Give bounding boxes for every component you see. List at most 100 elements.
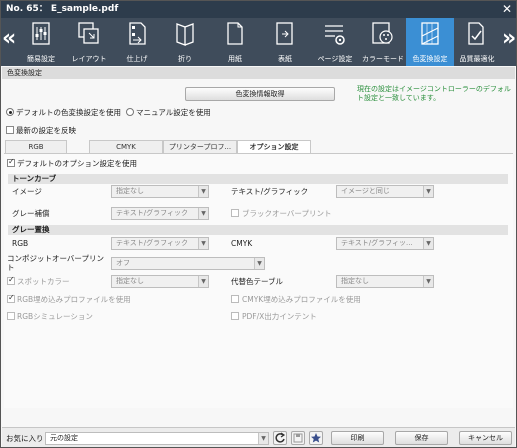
section-header: 色変換設定 [2, 67, 515, 79]
quality-optimization-icon [468, 22, 484, 45]
cancel-button[interactable]: キャンセル [459, 431, 512, 445]
chevron-down-icon: ▼ [423, 276, 433, 287]
tool-page-setting[interactable]: ページ設定 [310, 18, 360, 66]
window-title: No. 65： E_sample.pdf [6, 4, 119, 14]
layout-icon [78, 22, 99, 44]
chevron-down-icon: ▼ [198, 186, 208, 197]
cmyk-embedded-profile-label: CMYK埋め込みプロファイルを使用 [242, 295, 361, 304]
dropdown-value: 指定なし [116, 277, 144, 285]
dropdown-value: テキスト/グラフィッ... [341, 239, 413, 247]
tool-color-conversion[interactable]: 色変換設定 [406, 18, 454, 66]
tool-label: ページ設定 [317, 55, 353, 63]
finishing-icon [129, 22, 146, 45]
cmyk-embedded-profile-checkbox[interactable] [231, 295, 239, 303]
manual-color-radio[interactable] [126, 108, 134, 116]
rgb-simulation-label: RGBシミュレーション [17, 312, 93, 321]
chevron-down-icon: ▼ [423, 186, 433, 197]
tool-label: レイアウト [71, 55, 107, 63]
color-mode-icon [372, 22, 393, 44]
tab-rgb[interactable]: RGB [5, 140, 67, 153]
tool-label: 折り [178, 55, 192, 63]
tool-layout[interactable]: レイアウト [64, 18, 114, 66]
tool-label: 表紙 [278, 55, 292, 63]
paper-icon [227, 22, 243, 45]
favorite-star-icon[interactable] [309, 431, 323, 445]
image-tone-dropdown[interactable]: 指定なし ▼ [111, 185, 209, 198]
toolbar-prev-icon[interactable]: « [2, 26, 16, 51]
black-overprint-label: ブラックオーバープリント [242, 209, 332, 218]
spot-color-checkbox[interactable] [7, 275, 15, 285]
tool-easy-setting[interactable]: 簡易設定 [18, 18, 64, 66]
default-color-label: デフォルトの色変換設定を使用 [16, 108, 121, 117]
chevron-down-icon: ▼ [254, 258, 264, 269]
favorites-dropdown[interactable]: 元の設定 ▼ [45, 432, 269, 445]
bottom-bar: お気に入り 元の設定 ▼ 印刷 保存 キャンセル [2, 427, 515, 447]
gray-rgb-dropdown[interactable]: テキスト/グラフィック ▼ [111, 237, 209, 250]
dropdown-value: 元の設定 [50, 434, 78, 442]
gray-correction-dropdown[interactable]: テキスト/グラフィック ▼ [111, 207, 209, 220]
page-setting-icon [325, 25, 345, 45]
gray-cmyk-dropdown[interactable]: テキスト/グラフィッ... ▼ [336, 237, 434, 250]
cover-icon [276, 22, 293, 45]
spot-color-dropdown[interactable]: 指定なし ▼ [111, 275, 209, 288]
text-graphic-tone-dropdown[interactable]: イメージと同じ ▼ [336, 185, 434, 198]
print-button[interactable]: 印刷 [331, 431, 384, 445]
print-settings-window: No. 65： E_sample.pdf ✕ « » 簡易設定 レイアウト 仕上… [0, 0, 517, 448]
save-favorite-icon[interactable] [291, 431, 305, 445]
dropdown-value: 指定なし [116, 187, 144, 195]
default-color-radio[interactable] [6, 108, 14, 116]
tab-cmyk[interactable]: CMYK [89, 140, 163, 153]
tool-quality-optimization[interactable]: 品質最適化 [454, 18, 500, 66]
favorites-label: お気に入り [6, 434, 44, 443]
rgb-embedded-profile-label: RGB埋め込みプロファイルを使用 [17, 295, 131, 304]
title-bar: No. 65： E_sample.pdf ✕ [1, 1, 516, 18]
tab-options[interactable]: オプション設定 [237, 140, 311, 153]
easy-setting-icon [32, 22, 50, 45]
gray-rgb-label: RGB [12, 239, 29, 248]
status-note: 現在の設定はイメージコントローラーのデフォルト設定と一致しています。 [357, 85, 511, 102]
alt-color-table-dropdown[interactable]: 指定なし ▼ [336, 275, 434, 288]
pdfx-intent-label: PDF/X出力インテント [242, 312, 317, 321]
reflect-latest-checkbox[interactable] [6, 126, 14, 134]
tool-paper[interactable]: 用紙 [210, 18, 260, 66]
tool-cover[interactable]: 表紙 [260, 18, 310, 66]
refresh-icon[interactable] [273, 431, 287, 445]
toolbar-next-icon[interactable]: » [502, 26, 516, 51]
chevron-down-icon: ▼ [423, 238, 433, 249]
folding-icon [176, 23, 194, 46]
tab-printer-profile[interactable]: プリンタープロフ... [163, 140, 237, 153]
alt-color-table-label: 代替色テーブル [231, 277, 284, 286]
chevron-down-icon: ▼ [258, 433, 268, 444]
chevron-down-icon: ▼ [198, 208, 208, 219]
tool-label: カラーモード [362, 55, 404, 63]
color-conversion-icon [421, 22, 439, 45]
use-default-options-label: デフォルトのオプション設定を使用 [17, 159, 137, 168]
options-panel: デフォルトのオプション設定を使用 トーンカーブ イメージ 指定なし ▼ テキスト/… [4, 153, 513, 408]
dropdown-value: テキスト/グラフィック [116, 239, 189, 247]
save-button[interactable]: 保存 [395, 431, 448, 445]
rgb-embedded-profile-checkbox[interactable] [7, 293, 15, 303]
close-icon[interactable]: ✕ [502, 1, 512, 18]
tool-label: 仕上げ [126, 55, 148, 63]
black-overprint-checkbox[interactable] [231, 209, 239, 217]
pdfx-intent-checkbox[interactable] [231, 312, 239, 320]
toolbar: « » 簡易設定 レイアウト 仕上げ 折り 用紙 表紙 ページ設定 カラーモード… [1, 18, 516, 66]
gray-correction-label: グレー補償 [12, 209, 50, 218]
spot-color-label: スポットカラー [17, 277, 70, 286]
fetch-color-info-button[interactable]: 色変換情報取得 [185, 87, 335, 101]
rgb-simulation-checkbox[interactable] [7, 312, 15, 320]
tool-label: 品質最適化 [459, 55, 495, 63]
chevron-down-icon: ▼ [198, 238, 208, 249]
tool-color-mode[interactable]: カラーモード [360, 18, 406, 66]
composite-overprint-label: コンポジットオーバープリント [7, 254, 104, 272]
use-default-options-checkbox[interactable] [7, 157, 15, 167]
composite-overprint-dropdown[interactable]: オフ ▼ [111, 257, 265, 270]
dropdown-value: テキスト/グラフィック [116, 209, 189, 217]
tool-label: 色変換設定 [412, 55, 448, 63]
dropdown-value: オフ [116, 259, 130, 267]
tool-finishing[interactable]: 仕上げ [114, 18, 160, 66]
gray-replace-header: グレー置換 [8, 225, 508, 235]
tool-label: 用紙 [228, 55, 242, 63]
dropdown-value: 指定なし [341, 277, 369, 285]
tool-folding[interactable]: 折り [160, 18, 210, 66]
